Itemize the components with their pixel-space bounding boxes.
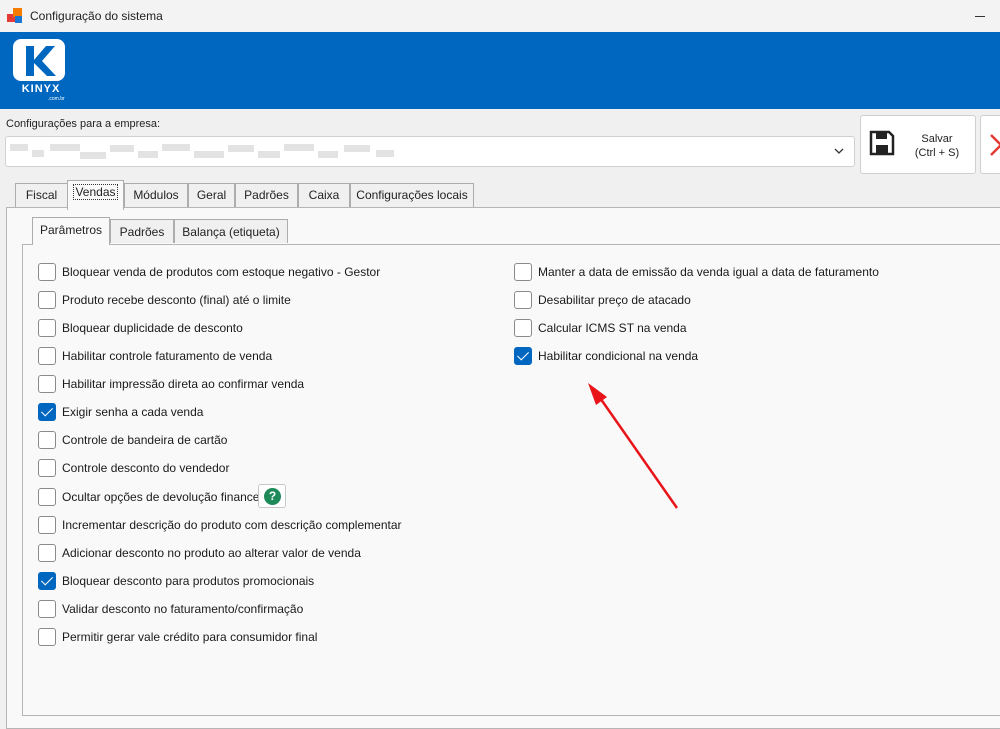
logo-domain: .com.br	[48, 96, 65, 102]
checkbox[interactable]	[38, 375, 56, 393]
help-icon: ?	[264, 488, 281, 505]
checkbox[interactable]	[514, 319, 532, 337]
help-button[interactable]: ?	[258, 484, 286, 508]
tab-caixa[interactable]: Caixa	[298, 183, 350, 208]
option-label: Validar desconto no faturamento/confirma…	[62, 602, 304, 616]
tab-geral[interactable]: Geral	[188, 183, 235, 208]
tab-padroes[interactable]: Padrões	[235, 183, 298, 208]
checkbox[interactable]	[38, 319, 56, 337]
checkbox[interactable]	[38, 544, 56, 562]
option-label: Habilitar controle faturamento de venda	[62, 349, 273, 363]
checkbox[interactable]	[514, 291, 532, 309]
save-label: Salvar (Ctrl + S)	[914, 133, 960, 159]
save-button[interactable]: Salvar (Ctrl + S)	[860, 115, 976, 174]
checkbox[interactable]	[38, 347, 56, 365]
option-label: Incrementar descrição do produto com des…	[62, 518, 402, 532]
checkbox[interactable]	[38, 628, 56, 646]
window-title: Configuração do sistema	[30, 9, 163, 23]
checkbox[interactable]	[38, 431, 56, 449]
floppy-disk-icon	[869, 130, 895, 156]
subtab-balanca[interactable]: Balança (etiqueta)	[174, 219, 288, 243]
option-label: Controle desconto do vendedor	[62, 461, 230, 475]
option-label: Adicionar desconto no produto ao alterar…	[62, 546, 361, 560]
subtab-padroes[interactable]: Padrões	[110, 219, 174, 243]
close-button[interactable]	[980, 115, 1000, 174]
redacted-company-name	[10, 142, 410, 162]
subtab-parametros[interactable]: Parâmetros	[32, 217, 110, 245]
option-label: Manter a data de emissão da venda igual …	[538, 265, 879, 279]
title-bar: Configuração do sistema	[0, 0, 1000, 32]
option-label: Habilitar impressão direta ao confirmar …	[62, 377, 305, 391]
parametros-panel	[22, 244, 1000, 716]
checkbox[interactable]	[38, 516, 56, 534]
company-label: Configurações para a empresa:	[6, 118, 161, 130]
close-icon	[990, 134, 1000, 156]
option-label: Exigir senha a cada venda	[62, 405, 204, 419]
logo-wordmark: KINYX	[21, 83, 61, 95]
brand-header: KINYX .com.br	[0, 32, 1000, 109]
tab-modulos[interactable]: Módulos	[124, 183, 188, 208]
option-label: Desabilitar preço de atacado	[538, 293, 691, 307]
company-select[interactable]	[5, 136, 855, 167]
checkbox[interactable]	[514, 263, 532, 281]
checkbox-checked[interactable]	[514, 347, 532, 365]
minimize-button[interactable]	[968, 8, 992, 24]
checkbox[interactable]	[38, 600, 56, 618]
option-label: Controle de bandeira de cartão	[62, 433, 228, 447]
option-label: Bloquear venda de produtos com estoque n…	[62, 265, 381, 279]
checkbox-checked[interactable]	[38, 403, 56, 421]
red-arrow-icon	[588, 383, 679, 509]
chevron-down-icon	[834, 148, 844, 154]
checkbox-checked[interactable]	[38, 572, 56, 590]
checkbox[interactable]	[38, 291, 56, 309]
kinyx-logo: KINYX .com.br	[12, 38, 68, 102]
option-label: Produto recebe desconto (final) até o li…	[62, 293, 291, 307]
app-icon	[7, 8, 23, 24]
option-label: Ocultar opções de devolução financeira	[62, 490, 273, 504]
option-label: Habilitar condicional na venda	[538, 349, 699, 363]
option-label: Bloquear desconto para produtos promocio…	[62, 574, 315, 588]
tab-configuracoes-locais[interactable]: Configurações locais	[350, 183, 474, 208]
tab-fiscal[interactable]: Fiscal	[15, 183, 68, 208]
tab-vendas[interactable]: Vendas	[67, 180, 124, 210]
checkbox[interactable]	[38, 488, 56, 506]
checkbox[interactable]	[38, 459, 56, 477]
option-label: Calcular ICMS ST na venda	[538, 321, 687, 335]
option-label: Bloquear duplicidade de desconto	[62, 321, 243, 335]
checkbox[interactable]	[38, 263, 56, 281]
option-label: Permitir gerar vale crédito para consumi…	[62, 630, 318, 644]
